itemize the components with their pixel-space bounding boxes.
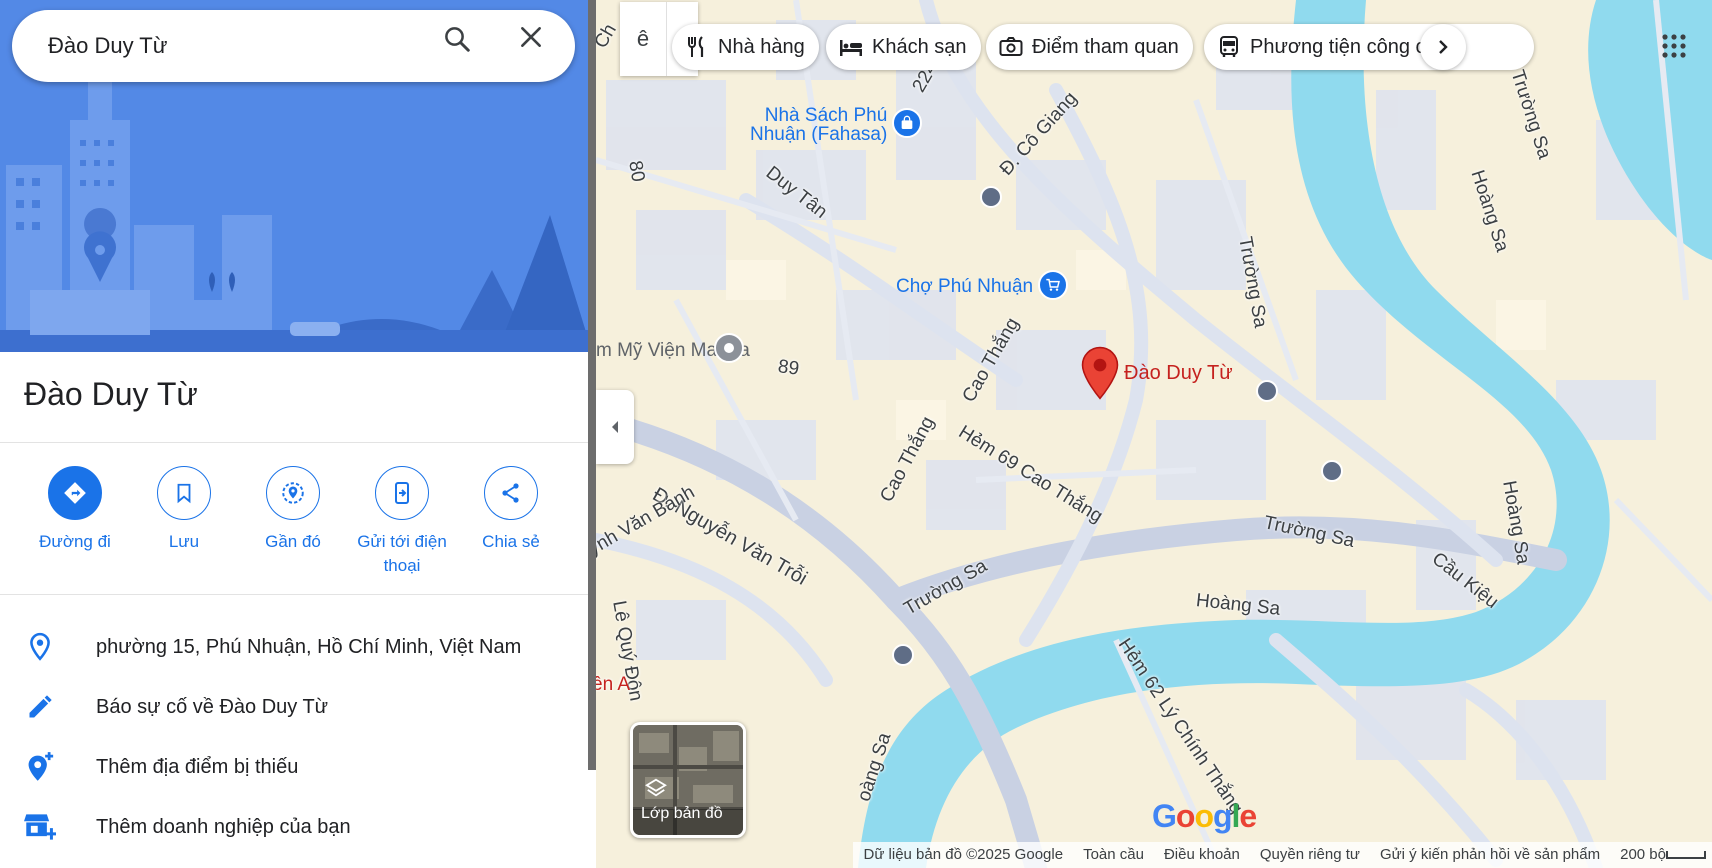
pencil-icon xyxy=(24,691,56,723)
red-pin-icon[interactable] xyxy=(1080,346,1120,400)
panel-scrollbar[interactable] xyxy=(588,0,596,770)
address-text: phường 15, Phú Nhuận, Hồ Chí Minh, Việt … xyxy=(96,635,522,658)
bus-stop-icon[interactable] xyxy=(980,186,1002,208)
hero-illustration: Đào Duy Từ xyxy=(0,0,590,352)
google-logo: Google xyxy=(1152,798,1257,834)
caret-left-icon xyxy=(612,421,618,433)
map-footer: Dữ liệu bản đồ ©2025 Google Toàn cầu Điề… xyxy=(596,842,1712,868)
layers-icon xyxy=(645,778,667,797)
poi-fahasa[interactable]: Nhà Sách Phú Nhuận (Fahasa) xyxy=(750,106,887,144)
apps-grid-icon xyxy=(1662,34,1686,58)
chip-restaurants-label: Nhà hàng xyxy=(718,35,805,58)
chip-restaurants[interactable]: Nhà hàng xyxy=(672,24,819,70)
shopping-bag-icon[interactable] xyxy=(892,108,922,138)
chip-transit-label: Phương tiện công c xyxy=(1250,35,1426,58)
add-missing-place-row[interactable]: Thêm địa điểm bị thiếu xyxy=(0,737,590,797)
search-input[interactable]: Đào Duy Từ xyxy=(48,10,167,82)
poi-fahasa-line1: Nhà Sách Phú xyxy=(764,105,888,126)
bus-icon xyxy=(1216,34,1242,60)
bookmark-icon xyxy=(157,466,211,520)
share-button[interactable]: Chia sẻ xyxy=(456,466,566,554)
street-80: 80 xyxy=(624,159,649,184)
map-canvas[interactable]: Nhà Sách Phú Nhuận (Fahasa) Chợ Phú Nhuậ… xyxy=(596,0,1712,868)
ime-char[interactable]: ê xyxy=(620,2,666,76)
chip-hotels-label: Khách sạn xyxy=(872,35,967,58)
add-missing-place-text: Thêm địa điểm bị thiếu xyxy=(96,755,299,778)
scale-label: 200 bộ xyxy=(1620,846,1666,863)
collapse-panel-button[interactable] xyxy=(596,390,634,464)
nearby-button[interactable]: Gần đó xyxy=(238,466,348,554)
bus-stop-icon[interactable] xyxy=(1321,460,1343,482)
layers-label: Lớp bản đồ xyxy=(641,805,723,822)
nearby-label: Gần đó xyxy=(265,532,321,551)
bus-stop-icon[interactable] xyxy=(1256,380,1278,402)
chevron-right-icon xyxy=(1439,40,1448,54)
clear-search-button[interactable] xyxy=(518,24,562,68)
save-label: Lưu xyxy=(168,532,200,551)
terms-link[interactable]: Điều khoản xyxy=(1153,842,1250,868)
send-to-phone-icon xyxy=(375,466,429,520)
location-pin-icon xyxy=(24,631,56,663)
share-label: Chia sẻ xyxy=(482,532,540,551)
divider xyxy=(0,442,590,443)
side-panel: Đào Duy Từ Đào Duy Từ Đường đi Lưu Gần đ… xyxy=(0,0,590,868)
send-to-phone-label: Gửi tới điện thoại xyxy=(357,532,447,575)
restaurant-icon xyxy=(684,34,710,60)
search-button[interactable] xyxy=(442,24,486,68)
layers-button[interactable]: Lớp bản đồ xyxy=(630,722,746,838)
search-icon xyxy=(445,27,470,52)
close-icon xyxy=(521,27,541,47)
scale-bar[interactable]: 200 bộ xyxy=(1610,842,1712,868)
add-business-icon xyxy=(24,811,56,843)
divider xyxy=(0,594,590,595)
scale-ruler-icon xyxy=(1666,851,1706,859)
feedback-link[interactable]: Gửi ý kiến phản hồi về sản phẩm xyxy=(1369,842,1611,868)
add-business-text: Thêm doanh nghiệp của bạn xyxy=(96,815,351,838)
google-apps-button[interactable] xyxy=(1652,24,1696,68)
save-button[interactable]: Lưu xyxy=(129,466,239,554)
chips-next-button[interactable] xyxy=(1420,24,1466,70)
chip-attractions-label: Điểm tham quan xyxy=(1032,35,1179,58)
chip-hotels[interactable]: Khách sạn xyxy=(826,24,981,70)
directions-button[interactable]: Đường đi xyxy=(20,466,130,554)
send-to-phone-button[interactable]: Gửi tới điện thoại xyxy=(347,466,457,578)
add-business-row[interactable]: Thêm doanh nghiệp của bạn xyxy=(0,797,590,857)
place-title: Đào Duy Từ xyxy=(24,376,198,412)
camera-icon xyxy=(998,34,1024,60)
pin-label[interactable]: Đào Duy Từ xyxy=(1124,362,1233,385)
map-data-credit: Dữ liệu bản đồ ©2025 Google xyxy=(853,842,1074,868)
directions-label: Đường đi xyxy=(39,532,111,551)
address-row[interactable]: phường 15, Phú Nhuận, Hồ Chí Minh, Việt … xyxy=(0,617,590,677)
search-box[interactable]: Đào Duy Từ xyxy=(12,10,575,82)
street-89: 89 xyxy=(776,356,801,380)
global-link[interactable]: Toàn cầu xyxy=(1073,842,1154,868)
add-location-icon xyxy=(24,751,56,783)
privacy-link[interactable]: Quyền riêng tư xyxy=(1249,842,1370,868)
poi-fahasa-line2: Nhuận (Fahasa) xyxy=(750,124,888,145)
share-icon xyxy=(484,466,538,520)
report-issue-row[interactable]: Báo sự cố về Đào Duy Từ xyxy=(0,677,590,737)
report-issue-text: Báo sự cố về Đào Duy Từ xyxy=(96,695,329,718)
poi-market[interactable]: Chợ Phú Nhuận xyxy=(896,276,1033,298)
chip-attractions[interactable]: Điểm tham quan xyxy=(986,24,1193,70)
shopping-cart-icon[interactable] xyxy=(1038,270,1068,300)
nearby-icon xyxy=(266,466,320,520)
bus-stop-icon[interactable] xyxy=(892,644,914,666)
poi-marker-icon[interactable] xyxy=(714,333,744,363)
directions-icon xyxy=(48,466,102,520)
maps-app: Đào Duy Từ Đào Duy Từ Đường đi Lưu Gần đ… xyxy=(0,0,1712,868)
bed-icon xyxy=(838,34,864,60)
chip-transit[interactable]: Phương tiện công c xyxy=(1204,24,1534,70)
street-en-a: ên A xyxy=(596,674,631,695)
